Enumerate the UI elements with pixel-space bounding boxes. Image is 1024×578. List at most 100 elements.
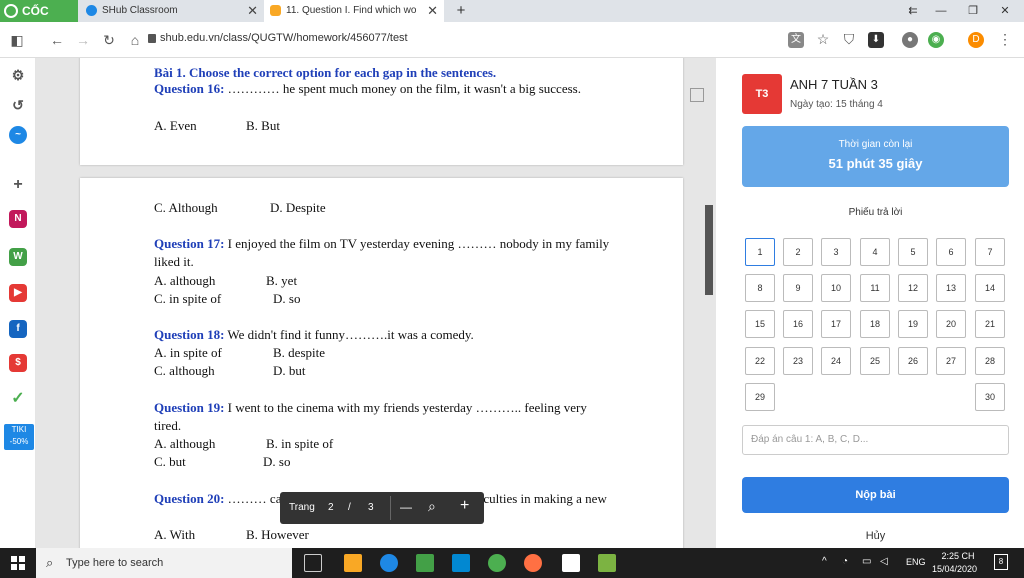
coccoc-taskbar-icon[interactable] [488, 554, 506, 572]
reload-icon[interactable]: ↻ [100, 31, 118, 49]
current-page[interactable]: 2 [328, 502, 334, 513]
tab-shub-classroom[interactable]: SHub Classroom ✕ [80, 0, 264, 22]
document-viewer[interactable]: Bài 1. Choose the correct option for eac… [36, 58, 716, 548]
cancel-button[interactable]: Hủy [742, 530, 1009, 542]
sidebar-toggle-icon[interactable]: ◧ [8, 31, 26, 49]
notification-center-icon[interactable]: 8 [994, 554, 1008, 570]
tiki-promo-badge[interactable]: TIKI -50% [4, 424, 34, 450]
question-15-button[interactable]: 15 [745, 310, 775, 338]
extension-icon[interactable]: ◉ [928, 32, 944, 48]
messenger-icon[interactable]: ~ [9, 126, 27, 144]
question-10-button[interactable]: 10 [821, 274, 851, 302]
browser-brand-menu[interactable]: CỐC CỐC [0, 0, 78, 40]
question-3-button[interactable]: 3 [821, 238, 851, 266]
taskbar-search-input[interactable]: ⌕ Type here to search [36, 548, 292, 578]
forward-arrow-icon[interactable]: → [74, 31, 92, 49]
translate-icon[interactable]: 文 [788, 32, 804, 48]
windows-start-icon[interactable] [11, 556, 25, 570]
battery-icon[interactable]: ▭ [862, 556, 871, 567]
question-2-button[interactable]: 2 [783, 238, 813, 266]
submit-button[interactable]: Nộp bài [742, 477, 1009, 513]
coccoc-assistant-icon[interactable]: ✓ [9, 390, 27, 408]
excel-icon[interactable] [416, 554, 434, 572]
tray-chevron-icon[interactable]: ^ [822, 556, 827, 567]
edge-icon[interactable] [380, 554, 398, 572]
bookmark-star-icon[interactable]: ☆ [814, 30, 832, 48]
new-tab-button[interactable]: + [446, 0, 476, 22]
mail-icon[interactable] [452, 554, 470, 572]
back-arrow-icon[interactable]: ← [48, 31, 66, 49]
question-13-button[interactable]: 13 [936, 274, 966, 302]
question-18-button[interactable]: 18 [860, 310, 890, 338]
page-label: Trang [289, 502, 315, 513]
youtube-icon[interactable]: ▶ [9, 284, 27, 302]
question-label: Question 20: [154, 491, 225, 506]
settings-gear-icon[interactable]: ⚙ [9, 66, 27, 84]
amazon-icon[interactable] [562, 554, 580, 572]
question-21-button[interactable]: 21 [975, 310, 1005, 338]
question-29-button[interactable]: 29 [745, 383, 775, 411]
firefox-icon[interactable] [524, 554, 542, 572]
viewer-scrollbar-thumb[interactable] [705, 205, 713, 295]
onenote-icon[interactable]: N [9, 210, 27, 228]
question-27-button[interactable]: 27 [936, 347, 966, 375]
zoom-in-button[interactable]: + [460, 497, 469, 515]
question-25-button[interactable]: 25 [860, 347, 890, 375]
tab-close-icon[interactable]: ✕ [247, 0, 258, 22]
question-24-button[interactable]: 24 [821, 347, 851, 375]
word-icon[interactable]: W [9, 248, 27, 266]
maximize-button[interactable]: ❐ [958, 0, 988, 22]
language-indicator[interactable]: ENG [906, 557, 926, 567]
minimize-button[interactable]: — [926, 0, 956, 22]
tab-title: SHub Classroom [102, 5, 178, 16]
question-19-button[interactable]: 19 [898, 310, 928, 338]
question-8-button[interactable]: 8 [745, 274, 775, 302]
history-icon[interactable]: ↺ [9, 96, 27, 114]
task-view-icon[interactable] [304, 554, 322, 572]
clock-date[interactable]: 15/04/2020 [932, 564, 977, 574]
question-17-button[interactable]: 17 [821, 310, 851, 338]
question-5-button[interactable]: 5 [898, 238, 928, 266]
facebook-icon[interactable]: f [9, 320, 27, 338]
question-26-button[interactable]: 26 [898, 347, 928, 375]
question-1-button[interactable]: 1 [745, 238, 775, 266]
tab-close-icon[interactable]: ✕ [427, 0, 438, 22]
url-field[interactable]: shub.edu.vn/class/QUGTW/homework/456077/… [160, 32, 408, 44]
question-7-button[interactable]: 7 [975, 238, 1005, 266]
shield-icon[interactable]: ⛉ [840, 30, 858, 48]
question-11-button[interactable]: 11 [860, 274, 890, 302]
open-external-icon[interactable] [690, 88, 704, 102]
question-label: Question 19: [154, 400, 225, 415]
question-14-button[interactable]: 14 [975, 274, 1005, 302]
zoom-magnifier-icon[interactable]: ⌕ [428, 498, 436, 515]
question-23-button[interactable]: 23 [783, 347, 813, 375]
option-d: D. Despite [270, 200, 326, 215]
tab-list-button[interactable]: ⇇ [898, 0, 928, 22]
shopping-icon[interactable]: $ [9, 354, 27, 372]
question-20-button[interactable]: 20 [936, 310, 966, 338]
question-22-button[interactable]: 22 [745, 347, 775, 375]
messenger-ext-icon[interactable]: ● [902, 32, 918, 48]
clock-time[interactable]: 2:25 CH [938, 551, 978, 561]
network-icon[interactable]: ◔ [842, 556, 848, 567]
profile-avatar[interactable]: D [968, 32, 984, 48]
menu-dots-icon[interactable]: ⋮ [996, 30, 1014, 48]
question-6-button[interactable]: 6 [936, 238, 966, 266]
question-4-button[interactable]: 4 [860, 238, 890, 266]
question-12-button[interactable]: 12 [898, 274, 928, 302]
close-window-button[interactable]: ✕ [990, 0, 1020, 22]
file-explorer-icon[interactable] [344, 554, 362, 572]
download-icon[interactable]: ⬇ [868, 32, 884, 48]
photos-icon[interactable] [598, 554, 616, 572]
add-sidebar-icon[interactable]: + [9, 176, 27, 194]
volume-icon[interactable]: ◁ [880, 556, 888, 567]
question-30-button[interactable]: 30 [975, 383, 1005, 411]
zoom-out-button[interactable]: — [400, 500, 412, 514]
question-16: Question 16: ………… he spent much money on… [154, 80, 610, 98]
question-16-button[interactable]: 16 [783, 310, 813, 338]
answer-input[interactable]: Đáp án câu 1: A, B, C, D... [742, 425, 1009, 455]
tab-question-doc[interactable]: 11. Question I. Find which wo ✕ [264, 0, 444, 22]
question-28-button[interactable]: 28 [975, 347, 1005, 375]
question-9-button[interactable]: 9 [783, 274, 813, 302]
home-icon[interactable]: ⌂ [126, 31, 144, 49]
